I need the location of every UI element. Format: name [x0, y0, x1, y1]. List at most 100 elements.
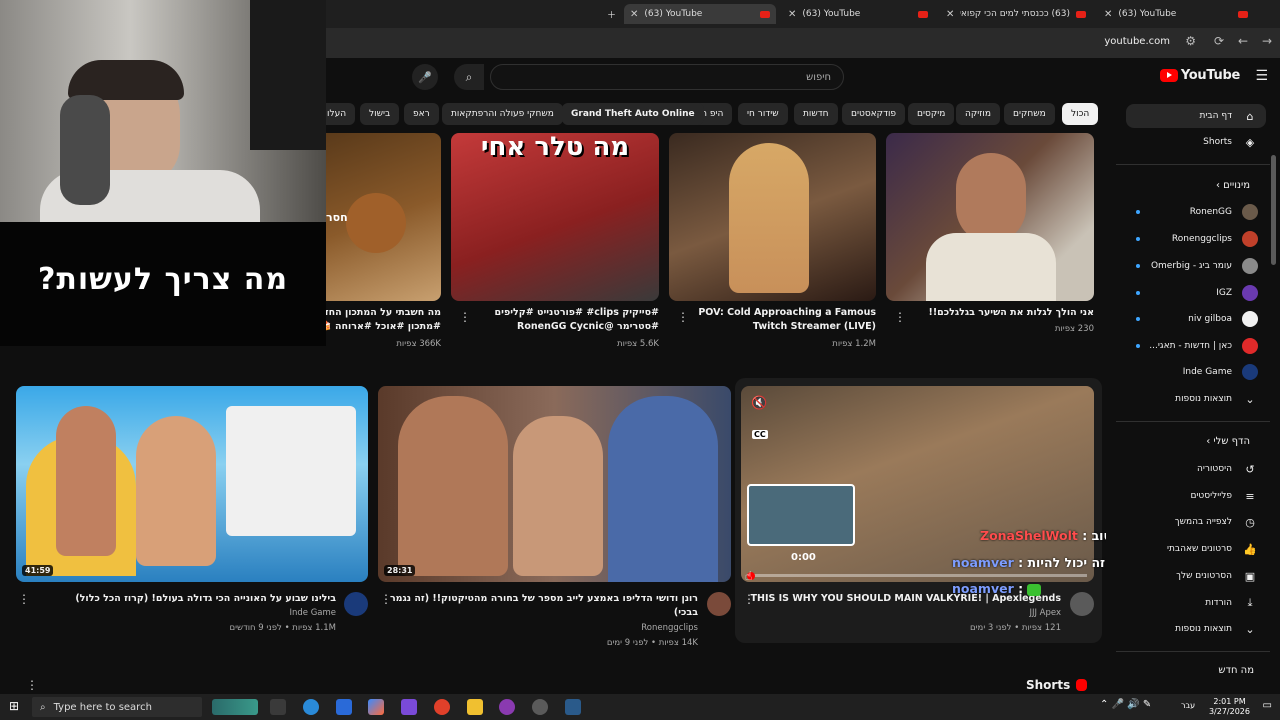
video-title[interactable]: בילינו שבוע על האונייה הכי גדולה בעולם! … [16, 592, 336, 606]
sidebar-item-home[interactable]: ⌂ דף הבית [1199, 105, 1258, 127]
you-section-header[interactable]: הדף שלי › [1206, 436, 1250, 447]
search-icon[interactable]: ⌕ [454, 64, 484, 90]
more-vert-icon[interactable]: ⋮ [26, 678, 38, 692]
chip[interactable]: בישול [360, 103, 400, 125]
chrome-icon[interactable] [434, 699, 450, 715]
browser-tab[interactable]: (63) YouTube ✕ [624, 4, 776, 24]
mic-icon[interactable]: 🎤 [412, 64, 438, 90]
sidebar-subscription[interactable]: Ronenggclips [1172, 228, 1258, 250]
sidebar-item-shorts[interactable]: ◈ Shorts [1203, 131, 1258, 153]
sidebar-show-more[interactable]: ⌄ תוצאות נוספות [1175, 618, 1258, 640]
edge-icon[interactable] [303, 699, 319, 715]
channel-name[interactable]: JJJ Apex [741, 607, 1061, 620]
browser-tab[interactable]: (63) ככנסתי למים הכי קפואים בעולם ✕ [940, 4, 1092, 24]
video-thumbnail[interactable]: 41:59 [16, 386, 368, 582]
video-title[interactable]: POV: Cold Approaching a Famous [669, 306, 876, 320]
sidebar-subscription[interactable]: niv gilboa [1188, 308, 1258, 330]
close-icon[interactable]: ✕ [788, 9, 796, 20]
sidebar-subscription[interactable]: Inde Game [1183, 361, 1258, 383]
video-thumbnail[interactable] [886, 133, 1094, 301]
channel-avatar[interactable] [707, 592, 731, 616]
copilot-icon[interactable] [368, 699, 384, 715]
video-title[interactable]: Twitch Streamer (LIVE) [669, 320, 876, 334]
channel-name[interactable]: Ronenggclips [378, 622, 698, 635]
app-icon[interactable] [401, 699, 417, 715]
taskbar-search-input[interactable]: ⌕ Type here to search [32, 697, 202, 717]
video-thumbnail[interactable]: חסר [326, 133, 441, 301]
more-vert-icon[interactable]: ⋮ [380, 592, 392, 606]
browser-tab[interactable]: (63) YouTube ✕ [1098, 4, 1254, 24]
site-settings-icon[interactable]: ⚙ [1185, 34, 1196, 48]
system-clock[interactable]: 2:01 PM 3/27/2026 [1209, 697, 1250, 717]
url-text[interactable]: youtube.com [1104, 36, 1170, 47]
sidebar-item-playlists[interactable]: ≡ פלייליסטים [1190, 485, 1258, 507]
new-tab-button[interactable]: ＋ [598, 4, 622, 24]
more-vert-icon[interactable]: ⋮ [894, 310, 906, 324]
video-preview-player[interactable]: 🔇 CC 0:00 [741, 386, 1094, 582]
video-title[interactable]: #סייקיק clips# #פורטנייט #קליפים [451, 306, 659, 320]
chip[interactable]: הכול [1062, 103, 1099, 125]
obs-icon[interactable] [532, 699, 548, 715]
video-title[interactable]: רונן ודושי הדליפו באמצע לייב מספר של בחו… [378, 592, 698, 606]
chip[interactable]: העלו [326, 103, 356, 125]
close-icon[interactable]: ✕ [1104, 9, 1112, 20]
sidebar-item-watch-later[interactable]: ◷ לצפייה בהמשך [1175, 511, 1258, 533]
hamburger-menu-icon[interactable]: ☰ [1255, 68, 1268, 84]
channel-name[interactable]: Inde Game [16, 607, 336, 620]
windows-start-icon[interactable]: ⊞ [9, 699, 19, 713]
file-explorer-icon[interactable] [467, 699, 483, 715]
sidebar-item-your-videos[interactable]: ▣ הסרטונים שלך [1176, 565, 1258, 587]
subscriptions-header[interactable]: מינויים › [1216, 180, 1250, 191]
chip[interactable]: חדשות [794, 103, 838, 125]
app-icon[interactable] [565, 699, 581, 715]
video-title[interactable]: #מתכון #אוכל #ארוחה 🍰 [326, 320, 441, 334]
language-indicator[interactable]: עבר [1181, 701, 1195, 710]
mute-icon[interactable]: 🔇 [751, 396, 767, 411]
chip[interactable]: פודקאסטים [842, 103, 906, 125]
more-vert-icon[interactable]: ⋮ [18, 592, 30, 606]
youtube-logo[interactable]: YouTube [1159, 68, 1240, 83]
sidebar-item-downloads[interactable]: ⤓ הורדות [1205, 592, 1258, 614]
video-title[interactable]: בבכי) [378, 606, 698, 620]
forward-icon[interactable]: → [1262, 34, 1272, 48]
sidebar-show-more[interactable]: ⌄ תוצאות נוספות [1175, 388, 1258, 410]
sidebar-subscription[interactable]: RonenGG [1190, 201, 1258, 223]
chip[interactable]: משחקים [1004, 103, 1055, 125]
video-thumbnail[interactable] [669, 133, 876, 301]
tray-icons[interactable]: ⌃ 🎤 🔊 ✎ [1100, 699, 1151, 710]
chip[interactable]: משחקי פעולה והרפתקאות [442, 103, 563, 125]
close-icon[interactable]: ✕ [630, 9, 638, 20]
back-icon[interactable]: ← [1238, 34, 1248, 48]
sidebar-item-liked[interactable]: 👍 סרטונים שאהבתי [1167, 538, 1258, 560]
chip[interactable]: שידור חי [738, 103, 788, 125]
chip[interactable]: ראפ [404, 103, 439, 125]
video-title[interactable]: #סטרימר @RonenGG Cycnic [451, 320, 659, 334]
chip[interactable]: Grand Theft Auto Online [562, 103, 704, 125]
cc-icon[interactable]: CC [752, 430, 768, 439]
widget-icon[interactable] [212, 699, 258, 715]
more-vert-icon[interactable]: ⋮ [743, 592, 755, 606]
chip[interactable]: מוזיקה [956, 103, 1000, 125]
store-icon[interactable] [336, 699, 352, 715]
channel-avatar[interactable] [1070, 592, 1094, 616]
notification-icon[interactable]: ▭ [1263, 700, 1272, 711]
video-thumbnail[interactable]: 28:31 [378, 386, 731, 582]
progress-bar[interactable] [747, 574, 1087, 577]
task-view-icon[interactable] [270, 699, 286, 715]
scrollbar[interactable] [1271, 155, 1276, 265]
sidebar-subscription[interactable]: IGZ [1216, 282, 1258, 304]
sidebar-subscription[interactable]: עומר ביג - Omerbig [1151, 255, 1258, 277]
sidebar-subscription[interactable]: כאן | חדשות - תאגי... [1149, 335, 1258, 357]
sidebar-item-history[interactable]: ↺ היסטוריה [1197, 458, 1258, 480]
browser-tab[interactable]: (63) YouTube ✕ [782, 4, 934, 24]
video-title[interactable]: מה חשבתי על המתכון החדש [326, 306, 441, 320]
more-vert-icon[interactable]: ⋮ [677, 310, 689, 324]
more-vert-icon[interactable]: ⋮ [459, 310, 471, 324]
channel-avatar[interactable] [344, 592, 368, 616]
search-input[interactable]: חיפוש [490, 64, 844, 90]
close-icon[interactable]: ✕ [946, 9, 954, 20]
reload-icon[interactable]: ⟳ [1214, 34, 1224, 48]
video-title[interactable]: אני הולך לגלות את השיער בגלגלכם!! [886, 306, 1095, 320]
chip[interactable]: מיקסים [908, 103, 955, 125]
app-icon[interactable] [499, 699, 515, 715]
